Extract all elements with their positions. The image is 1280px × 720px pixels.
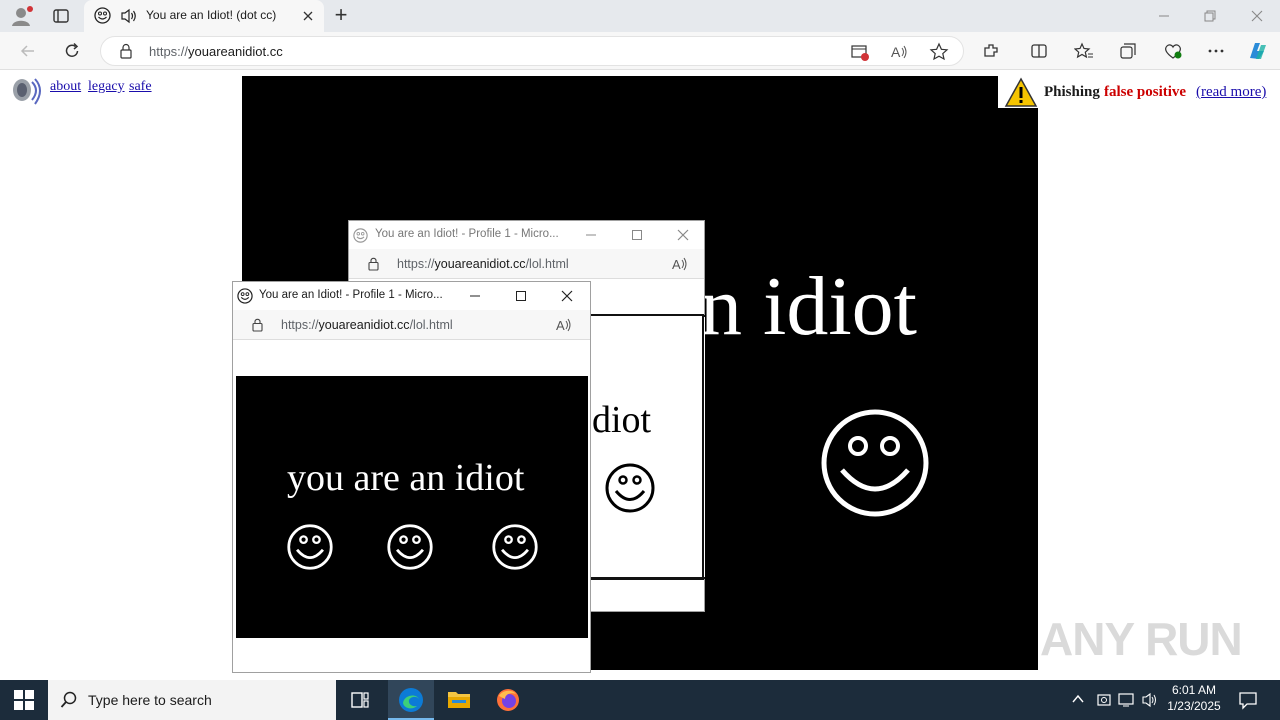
close-tab-icon[interactable]: [302, 10, 314, 22]
smiley-favicon-icon: [237, 288, 253, 304]
favorites-icon[interactable]: [1074, 42, 1094, 60]
url-text: https://youareanidiot.cc: [149, 44, 283, 59]
minimize-icon[interactable]: [1156, 8, 1172, 24]
search-icon: [60, 691, 78, 709]
big-smiley-icon: [820, 408, 930, 518]
popup-title: You are an Idiot! - Profile 1 - Micro...: [259, 289, 443, 301]
speaker-logo-icon[interactable]: [10, 76, 44, 108]
smiley-icon: [491, 523, 539, 571]
copilot-icon[interactable]: [1246, 40, 1270, 62]
clock-date: 1/23/2025: [1167, 699, 1221, 713]
popup-address-bar[interactable]: https://youareanidiot.cc/lol.html A: [233, 310, 590, 340]
popup-back-content: diot: [590, 314, 704, 580]
maximize-icon[interactable]: [631, 229, 643, 241]
popup-blocked-icon[interactable]: [851, 43, 869, 61]
lock-icon: [367, 256, 380, 271]
split-screen-icon[interactable]: [1030, 42, 1048, 60]
smiley-icon: [604, 462, 656, 514]
chevron-up-icon[interactable]: [1071, 692, 1085, 706]
false-positive-label: false positive: [1104, 84, 1187, 100]
tab-actions-icon[interactable]: [52, 7, 70, 25]
smiley-icon: [286, 523, 334, 571]
task-view-icon[interactable]: [350, 690, 370, 710]
clock-time: 6:01 AM: [1171, 683, 1217, 697]
network-icon[interactable]: [1118, 692, 1136, 708]
maximize-icon[interactable]: [515, 290, 527, 302]
active-tab[interactable]: You are an Idiot! (dot cc): [84, 0, 324, 32]
address-bar[interactable]: https://youareanidiot.cc A: [100, 36, 964, 66]
read-aloud-icon[interactable]: A: [555, 317, 573, 333]
phishing-label: Phishing: [1044, 84, 1100, 100]
back-icon[interactable]: [18, 41, 38, 61]
warning-icon: [1004, 77, 1038, 108]
safe-link[interactable]: safe: [129, 79, 152, 95]
restore-icon[interactable]: [1202, 8, 1218, 24]
smiley-favicon-icon: [94, 7, 111, 24]
popup-window-front[interactable]: You are an Idiot! - Profile 1 - Micro...…: [232, 281, 591, 673]
taskbar-clock[interactable]: 6:01 AM 1/23/2025: [1160, 683, 1228, 713]
main-idiot-text: n idiot: [700, 260, 918, 353]
taskbar-search[interactable]: Type here to search: [48, 680, 336, 720]
read-aloud-icon[interactable]: A: [890, 43, 910, 61]
phishing-banner: Phishing false positive (read more): [998, 76, 1274, 108]
browser-essentials-icon[interactable]: [1163, 42, 1183, 60]
new-tab-button[interactable]: +: [330, 4, 352, 27]
close-popup-icon[interactable]: [677, 229, 689, 241]
about-link[interactable]: about: [50, 79, 81, 95]
popup-idiot-canvas[interactable]: you are an idiot: [236, 376, 588, 638]
popup-title-bar[interactable]: You are an Idiot! - Profile 1 - Micro...: [233, 282, 590, 310]
popup-title: You are an Idiot! - Profile 1 - Micro...: [375, 228, 559, 240]
minimize-icon[interactable]: [585, 229, 597, 241]
volume-icon[interactable]: [1142, 692, 1160, 708]
edge-icon: [398, 687, 424, 713]
refresh-icon[interactable]: [62, 41, 82, 61]
profile-avatar[interactable]: [10, 5, 34, 27]
search-placeholder: Type here to search: [88, 692, 212, 708]
svg-text:A: A: [672, 257, 681, 272]
favorite-star-icon[interactable]: [929, 42, 949, 62]
legacy-link[interactable]: legacy: [88, 79, 125, 95]
notification-icon[interactable]: [1238, 690, 1258, 710]
popup-title-bar[interactable]: You are an Idiot! - Profile 1 - Micro...: [349, 221, 704, 249]
lock-icon[interactable]: [119, 43, 133, 59]
smiley-favicon-icon: [353, 228, 368, 243]
close-window-icon[interactable]: [1249, 8, 1265, 24]
tab-title: You are an Idiot! (dot cc): [146, 8, 277, 22]
windows-start-icon[interactable]: [14, 690, 34, 710]
smiley-icon: [386, 523, 434, 571]
popup-address-bar[interactable]: https://youareanidiot.cc/lol.html A: [349, 249, 704, 279]
tab-strip: You are an Idiot! (dot cc) +: [0, 0, 1280, 32]
close-popup-icon[interactable]: [561, 290, 573, 302]
edge-taskbar-button[interactable]: [388, 680, 434, 720]
svg-text:A: A: [556, 318, 565, 333]
popup-url: https://youareanidiot.cc/lol.html: [281, 318, 453, 332]
speaker-icon[interactable]: [120, 8, 138, 24]
svg-text:A: A: [891, 44, 901, 60]
anyrun-watermark: ANY RUN: [1040, 613, 1243, 665]
meet-now-icon[interactable]: [1096, 692, 1112, 708]
extensions-icon[interactable]: [982, 42, 1000, 60]
firefox-icon[interactable]: [496, 688, 520, 712]
minimize-icon[interactable]: [469, 290, 481, 302]
lock-icon: [251, 317, 264, 332]
popup-back-text: diot: [592, 399, 652, 441]
file-explorer-icon[interactable]: [447, 688, 471, 710]
collections-icon[interactable]: [1119, 42, 1137, 60]
read-aloud-icon[interactable]: A: [671, 256, 689, 272]
popup-idiot-text: you are an idiot: [287, 457, 525, 499]
more-options-icon[interactable]: [1206, 42, 1226, 60]
read-more-link[interactable]: (read more): [1196, 84, 1266, 101]
popup-url: https://youareanidiot.cc/lol.html: [397, 257, 569, 271]
